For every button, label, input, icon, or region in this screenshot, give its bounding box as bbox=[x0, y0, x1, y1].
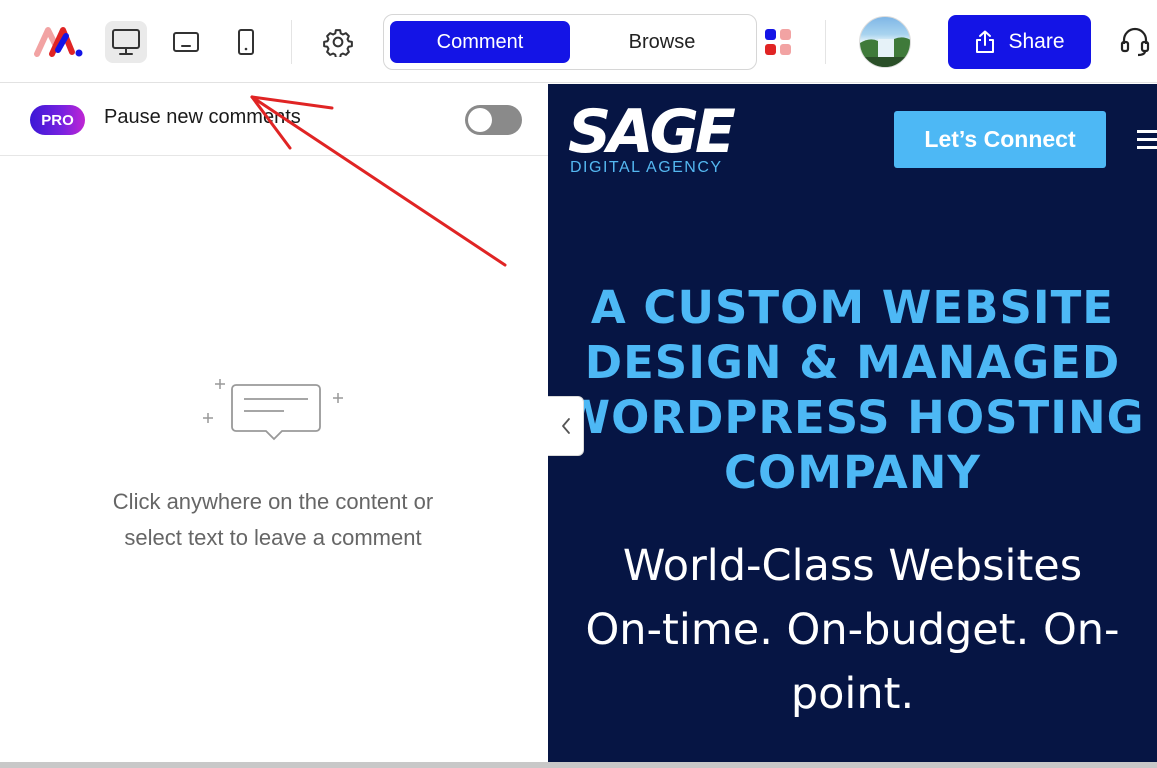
hero-subheadline-line: On-time. On-budget. On- bbox=[585, 605, 1120, 655]
site-logo-subtitle: DIGITAL AGENCY bbox=[570, 159, 723, 176]
headset-icon bbox=[1120, 27, 1150, 57]
gear-icon bbox=[323, 29, 353, 57]
hero-headline-line: COMPANY bbox=[724, 446, 981, 499]
pause-comments-label: Pause new comments bbox=[104, 106, 301, 128]
mobile-view-button[interactable] bbox=[225, 21, 267, 63]
toolbar-divider bbox=[825, 20, 826, 64]
hero-subheadline-line: World-Class Websites bbox=[622, 541, 1083, 591]
support-button[interactable] bbox=[1115, 22, 1155, 62]
hero-headline-line: WORDPRESS HOSTING bbox=[560, 391, 1145, 444]
hero-subheadline: World-Class Websites On-time. On-budget.… bbox=[548, 534, 1157, 726]
website-preview[interactable]: SAGE DIGITAL AGENCY Let’s Connect A CUST… bbox=[548, 84, 1157, 768]
settings-button[interactable] bbox=[317, 21, 359, 63]
menu-icon[interactable] bbox=[1137, 130, 1157, 150]
toolbar-divider bbox=[291, 20, 292, 64]
comment-mode-button[interactable]: Comment bbox=[390, 21, 570, 63]
hero-headline-line: A CUSTOM WEBSITE bbox=[590, 281, 1115, 334]
mobile-icon bbox=[238, 29, 254, 55]
tablet-view-button[interactable] bbox=[165, 21, 207, 63]
chevron-left-icon bbox=[561, 418, 570, 434]
pause-comments-row: PRO Pause new comments bbox=[0, 84, 548, 156]
empty-state-line: select text to leave a comment bbox=[124, 525, 422, 550]
hero-subheadline-line: point. bbox=[790, 669, 915, 719]
browse-mode-button[interactable]: Browse bbox=[572, 21, 752, 63]
collapse-panel-button[interactable] bbox=[548, 396, 584, 456]
pro-badge: PRO bbox=[30, 105, 85, 135]
apps-grid-icon[interactable] bbox=[763, 26, 795, 58]
desktop-icon bbox=[112, 29, 140, 55]
horizontal-scrollbar[interactable] bbox=[0, 762, 1157, 768]
toggle-knob bbox=[468, 108, 492, 132]
tablet-icon bbox=[173, 32, 199, 52]
share-button[interactable]: Share bbox=[948, 15, 1091, 69]
comment-bubble-icon bbox=[198, 369, 348, 459]
user-avatar[interactable] bbox=[859, 16, 911, 68]
brand-logo-icon[interactable] bbox=[34, 22, 84, 62]
hero-headline: A CUSTOM WEBSITE DESIGN & MANAGED WORDPR… bbox=[548, 280, 1157, 500]
pause-comments-toggle[interactable] bbox=[465, 105, 522, 135]
share-icon bbox=[976, 30, 995, 53]
site-logo-word: SAGE bbox=[568, 97, 736, 167]
top-toolbar: Comment Browse Share bbox=[0, 0, 1157, 83]
desktop-view-button[interactable] bbox=[105, 21, 147, 63]
share-label: Share bbox=[1008, 30, 1065, 53]
hero-headline-line: DESIGN & MANAGED bbox=[584, 336, 1121, 389]
comments-panel: PRO Pause new comments Click anywhere on… bbox=[0, 84, 548, 768]
empty-state-message: Click anywhere on the content or select … bbox=[40, 484, 506, 556]
empty-state-line: Click anywhere on the content or bbox=[112, 489, 434, 514]
lets-connect-button[interactable]: Let’s Connect bbox=[894, 111, 1106, 168]
mode-toggle: Comment Browse bbox=[383, 14, 757, 70]
site-logo[interactable]: SAGE DIGITAL AGENCY bbox=[568, 97, 736, 177]
